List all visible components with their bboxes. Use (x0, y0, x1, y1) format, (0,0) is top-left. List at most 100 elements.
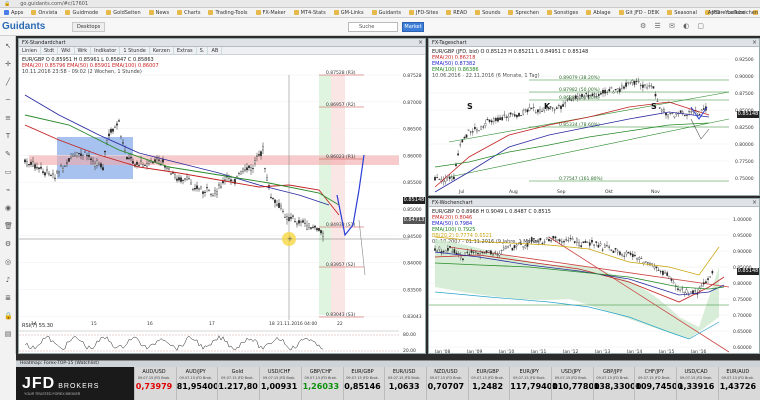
candle-body (625, 82, 627, 87)
bookmark-item[interactable]: READ (442, 10, 471, 16)
main-price-chart[interactable]: 0.87528 (R3) 0.86957 (R2) 0.86023 (R1) 0.84… (19, 55, 426, 354)
guidants-logo[interactable]: Guidants (2, 21, 45, 32)
candle-body (579, 95, 581, 99)
chart-tool-button[interactable]: 1 Stunde (120, 47, 150, 54)
heatmap-cell[interactable]: EUR/AUD 09.07.15 JFD Brok. 1,43726 (717, 367, 757, 400)
candle-body (564, 102, 567, 105)
heatmap-cell[interactable]: AUD/USD 09.07.15 JFD Brok. 0,73979 (134, 367, 173, 400)
candle-body (44, 172, 46, 176)
candle-body (166, 167, 168, 170)
text-icon[interactable]: T (4, 132, 12, 140)
heatmap-price: 1.217,80 (218, 382, 258, 391)
fib-icon[interactable]: ≡ (4, 114, 12, 122)
apps-button[interactable]: Apps (0, 10, 27, 16)
heatmap-cell[interactable]: EUR/GBP 09.07.15 JFD Brok. 0,85146 (342, 367, 382, 400)
heatmap-cell[interactable]: NZD/USD 09.07.15 JFD Brok. 0,70707 (425, 367, 465, 400)
trendline-icon[interactable]: ╱ (4, 78, 12, 86)
bookmark-item[interactable]: Git JFD - DEIK (615, 10, 664, 16)
header-icons[interactable]: ⚙ ☰ ✉ ◐ ▢ (640, 22, 707, 30)
chart-tool-button[interactable]: Indikator (91, 47, 121, 54)
layers-icon[interactable]: ≣ (4, 294, 12, 302)
bookmark-item[interactable]: Guidmode (61, 10, 102, 16)
heatmap-cell[interactable]: GBP/JPY 09.07.15 JFD Brok. 138,33000 (592, 367, 641, 400)
bookmark-item[interactable]: MT4-Stats (290, 10, 330, 16)
weekly-price-chart[interactable]: 1.000000.950000.900000.850000.800000.750… (429, 207, 760, 354)
heatmap-cell[interactable]: EUR/JPY 09.07.15 JFD Brok. 117,79400 (509, 367, 558, 400)
heatmap-cell[interactable]: USD/CHF 09.07.15 JFD Brok. 1,00931 (259, 367, 298, 400)
chart-tool-button[interactable]: S. (197, 47, 209, 54)
heatmap-cell[interactable]: GBP/CHF 09.07.15 JFD Brok. 1,26033 (300, 367, 340, 400)
heatmap-price: 117,79400 (510, 382, 558, 391)
url-text[interactable]: go.guidants.com/#c/17601 (20, 1, 88, 7)
candle-body (468, 253, 471, 255)
bookmark-item[interactable]: JFD-Sites (405, 10, 442, 16)
pane-weekly-chart[interactable]: FX-Wochenchart × EUR/GBP O 0.8968 H 0.90… (428, 198, 760, 354)
close-icon[interactable]: × (752, 199, 757, 207)
bookmark-item[interactable]: Sprechen (504, 10, 543, 16)
heatmap-cell[interactable]: AUD/JPY 09.07.15 JFD Brok. 81,95400 (175, 367, 219, 400)
bookmark-item[interactable]: Seasonal (663, 10, 701, 16)
cursor-icon[interactable]: ↖ (4, 42, 12, 50)
folder-icon (667, 10, 673, 15)
trash-icon[interactable]: 🗑 (4, 222, 13, 230)
chart-tool-button[interactable]: Stdt (41, 47, 59, 54)
eye-icon[interactable]: ◉ (4, 204, 12, 212)
bookmark-item[interactable]: Trading-Tools (204, 10, 251, 16)
candle-body (591, 93, 594, 96)
daily-price-chart[interactable]: 0.925000.900000.875000.850000.825000.800… (429, 47, 760, 196)
market-button[interactable]: Market (402, 22, 424, 32)
candle-body (464, 252, 466, 256)
lock-icon[interactable]: 🔒 (4, 312, 13, 320)
camera-icon[interactable]: ◎ (4, 258, 12, 266)
pane-standard-chart[interactable]: FX-Standardchart × Linien Stdt Wkl Wrk Indik… (18, 38, 426, 354)
bookmark-item[interactable]: Charts (173, 10, 204, 16)
bell-icon[interactable]: ♪ (4, 276, 12, 284)
hline-icon[interactable]: ─ (4, 96, 12, 104)
chart-tool-button[interactable]: Extras (174, 47, 197, 54)
candle-body (666, 272, 669, 276)
folder-icon[interactable]: ▤ (4, 330, 12, 338)
chart-tool-button[interactable]: Wkl (58, 47, 75, 54)
bookmark-item[interactable]: Ablage (582, 10, 614, 16)
candle-body (250, 167, 252, 171)
chart-tool-button[interactable]: AB (208, 47, 223, 54)
heatmap-cell[interactable]: USD/CAD 09.07.15 JFD Brok. 1,33916 (676, 367, 715, 400)
candle-body (256, 155, 258, 157)
candle-body (631, 79, 634, 83)
magnet-icon[interactable]: ⌁ (4, 186, 12, 194)
browser-address-bar[interactable]: 🔒 go.guidants.com/#c/17601 (0, 0, 760, 8)
candle-body (558, 239, 561, 242)
heatmap-cell[interactable]: EUR/GBP 09.07.15 JFD Brok. 1,2482 (467, 367, 507, 400)
bookmark-item[interactable]: Onvista (27, 10, 61, 16)
pattern-label: K (544, 102, 551, 111)
candle-body (580, 245, 583, 248)
desktops-button[interactable]: Desktops (72, 22, 106, 32)
brush-icon[interactable]: ✎ (4, 150, 12, 158)
bookmark-item[interactable]: GoldSeiten (102, 10, 144, 16)
price-axis-label: 0.80000 (735, 142, 754, 148)
heatmap-cell[interactable]: CHF/JPY 09.07.15 JFD Brok. 109,74500 (634, 367, 683, 400)
bookmark-item[interactable]: Sonstiges (543, 10, 582, 16)
close-icon[interactable]: × (418, 39, 423, 47)
chart-tool-button[interactable]: Kerzen (150, 47, 174, 54)
pane-daily-chart[interactable]: FX-Tageschart × EUR/GBP (JFD, bid) O 0.8… (428, 38, 760, 196)
bookmark-item[interactable]: FX-Maker (252, 10, 290, 16)
shape-icon[interactable]: ▭ (4, 168, 12, 176)
bookmark-item[interactable]: Guidants (368, 10, 405, 16)
chart-tool-button[interactable]: Linien (19, 47, 41, 54)
candle-body (655, 266, 658, 269)
other-bookmarks[interactable]: Andere Lesezeichen (708, 8, 758, 17)
heatmap-cell[interactable]: Gold 09.07.15 JFD Brok. 1.217,80 (217, 367, 258, 400)
settings-icon[interactable]: ⚙ (4, 240, 12, 248)
search-input[interactable]: Suche (348, 22, 398, 32)
chart-tool-button[interactable]: Wrk (75, 47, 92, 54)
bookmark-item[interactable]: Sounds (471, 10, 504, 16)
heatmap-cell[interactable]: EUR/USD 09.07.15 JFD Brok. 1,0633 (384, 367, 423, 400)
heatmap-cell[interactable]: USD/JPY 09.07.15 JFD Brok. 110,77800 (551, 367, 600, 400)
crosshair-icon[interactable]: ✛ (4, 60, 12, 68)
bookmark-item[interactable]: GM-Links (330, 10, 368, 16)
jfd-brokers-logo[interactable]: JFD BROKERS YOUR TRUSTED FOREX BROKER (16, 367, 134, 400)
bookmark-item[interactable]: News (145, 10, 174, 16)
heatmap-timestamp: 09.07.15 JFD Brok. (304, 376, 338, 380)
close-icon[interactable]: × (752, 39, 757, 47)
